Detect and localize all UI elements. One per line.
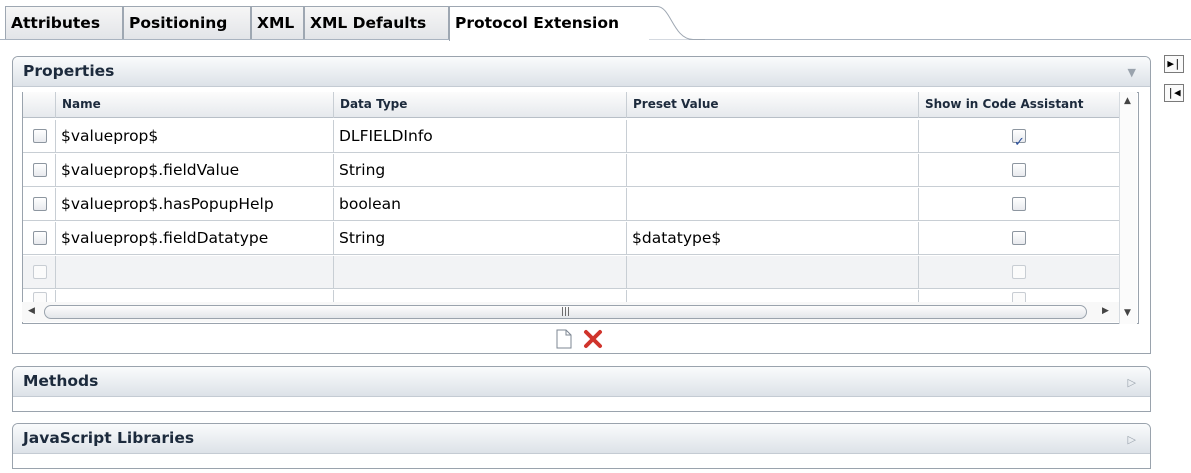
new-document-icon	[556, 329, 572, 349]
name-cell[interactable]: $valueprop$	[56, 120, 334, 153]
preset-value-cell	[627, 290, 919, 302]
data-type-cell[interactable]: String	[334, 222, 627, 255]
tab-bar: Attributes Positioning XML XML Defaults …	[0, 0, 1191, 41]
delete-row-button[interactable]	[583, 329, 603, 349]
row-select-cell	[23, 256, 56, 289]
preset-value-cell[interactable]	[627, 256, 919, 289]
column-header-name[interactable]: Name	[56, 92, 334, 118]
show-in-code-assistant-cell	[919, 154, 1119, 187]
show-in-code-assistant-checkbox[interactable]	[1012, 292, 1026, 302]
row-select-checkbox[interactable]	[33, 292, 47, 302]
table-row-partial	[23, 290, 1119, 302]
tab-label: XML Defaults	[310, 14, 427, 32]
javascript-libraries-header[interactable]: JavaScript Libraries ▷	[13, 424, 1150, 454]
row-select-cell	[23, 154, 56, 187]
show-in-code-assistant-checkbox[interactable]	[1012, 163, 1026, 177]
column-header-data-type[interactable]: Data Type	[334, 92, 627, 118]
row-select-cell	[23, 188, 56, 221]
tab-attributes[interactable]: Attributes	[5, 6, 123, 40]
data-type-cell	[334, 290, 627, 302]
chevron-right-icon[interactable]: ▷	[1128, 376, 1136, 389]
table-row[interactable]: $valueprop$.fieldDatatype String $dataty…	[23, 222, 1119, 255]
data-type-cell[interactable]: DLFIELDInfo	[334, 120, 627, 153]
tab-xml-defaults[interactable]: XML Defaults	[304, 6, 449, 40]
show-in-code-assistant-checkbox[interactable]	[1012, 231, 1026, 245]
tab-positioning[interactable]: Positioning	[123, 6, 251, 40]
preset-value-cell[interactable]: $datatype$	[627, 222, 919, 255]
delete-x-icon	[584, 330, 602, 348]
data-type-cell[interactable]: boolean	[334, 188, 627, 221]
section-title: JavaScript Libraries	[23, 429, 195, 447]
row-select-cell	[23, 120, 56, 153]
scroll-up-icon[interactable]: ▲	[1124, 96, 1131, 106]
row-select-checkbox[interactable]	[33, 129, 47, 143]
properties-header[interactable]: Properties ▼	[13, 57, 1150, 87]
chevron-right-icon[interactable]: ▷	[1128, 433, 1136, 446]
section-title: Properties	[23, 62, 115, 80]
methods-section: Methods ▷	[12, 366, 1151, 412]
show-in-code-assistant-checkbox[interactable]	[1012, 197, 1026, 211]
tab-label: XML	[257, 14, 295, 32]
section-title: Methods	[23, 372, 99, 390]
row-select-checkbox[interactable]	[33, 197, 47, 211]
expand-right-button[interactable]: ▶|	[1164, 55, 1184, 73]
methods-header[interactable]: Methods ▷	[13, 367, 1150, 397]
tab-label: Positioning	[129, 14, 228, 32]
horizontal-scroll-thumb[interactable]: |||	[44, 305, 1087, 319]
show-in-code-assistant-checkbox[interactable]	[1012, 127, 1026, 153]
preset-value-cell[interactable]	[627, 120, 919, 153]
select-column-header	[23, 92, 56, 118]
scroll-down-icon[interactable]: ▼	[1124, 308, 1131, 318]
scroll-right-icon[interactable]: ▶	[1102, 306, 1109, 316]
table-row[interactable]: $valueprop$ DLFIELDInfo	[23, 120, 1119, 153]
show-in-code-assistant-cell	[919, 256, 1119, 289]
name-cell[interactable]: $valueprop$.hasPopupHelp	[56, 188, 334, 221]
column-header-preset-value[interactable]: Preset Value	[627, 92, 919, 118]
name-cell	[56, 290, 334, 302]
name-cell[interactable]	[56, 256, 334, 289]
chevron-down-icon[interactable]: ▼	[1128, 66, 1136, 79]
expand-right-icon: ▶|	[1167, 57, 1181, 70]
table-header: Name Data Type Preset Value Show in Code…	[23, 92, 1119, 118]
collapse-left-icon: |◀	[1167, 86, 1181, 99]
show-in-code-assistant-cell	[919, 188, 1119, 221]
row-select-checkbox[interactable]	[33, 265, 47, 279]
horizontal-scrollbar[interactable]: ◀ ||| ▶	[22, 302, 1119, 322]
show-in-code-assistant-checkbox[interactable]	[1012, 265, 1026, 279]
scroll-left-icon[interactable]: ◀	[28, 306, 35, 316]
collapse-left-button[interactable]: |◀	[1164, 84, 1184, 102]
table-row[interactable]: $valueprop$.fieldValue String	[23, 154, 1119, 187]
row-select-cell	[23, 290, 56, 302]
row-select-checkbox[interactable]	[33, 163, 47, 177]
preset-value-cell[interactable]	[627, 154, 919, 187]
name-cell[interactable]: $valueprop$.fieldDatatype	[56, 222, 334, 255]
tab-label: Protocol Extension	[455, 14, 620, 32]
data-type-cell[interactable]: String	[334, 154, 627, 187]
preset-value-cell[interactable]	[627, 188, 919, 221]
tab-curve-decoration	[645, 6, 705, 40]
row-select-cell	[23, 222, 56, 255]
tab-xml[interactable]: XML	[251, 6, 304, 40]
show-in-code-assistant-cell	[919, 222, 1119, 255]
vertical-scrollbar[interactable]: ▲ ▼	[1119, 92, 1137, 324]
name-cell[interactable]: $valueprop$.fieldValue	[56, 154, 334, 187]
table-row[interactable]: $valueprop$.hasPopupHelp boolean	[23, 188, 1119, 221]
javascript-libraries-section: JavaScript Libraries ▷	[12, 423, 1151, 469]
data-type-cell[interactable]	[334, 256, 627, 289]
show-in-code-assistant-cell	[919, 120, 1119, 153]
column-header-show-in-code-assistant[interactable]: Show in Code Assistant	[919, 92, 1119, 118]
tab-label: Attributes	[11, 14, 101, 32]
table-row-empty[interactable]	[23, 256, 1119, 289]
tab-protocol-extension[interactable]: Protocol Extension	[449, 6, 649, 41]
show-in-code-assistant-cell	[919, 290, 1119, 302]
row-select-checkbox[interactable]	[33, 231, 47, 245]
new-row-button[interactable]	[555, 329, 573, 349]
